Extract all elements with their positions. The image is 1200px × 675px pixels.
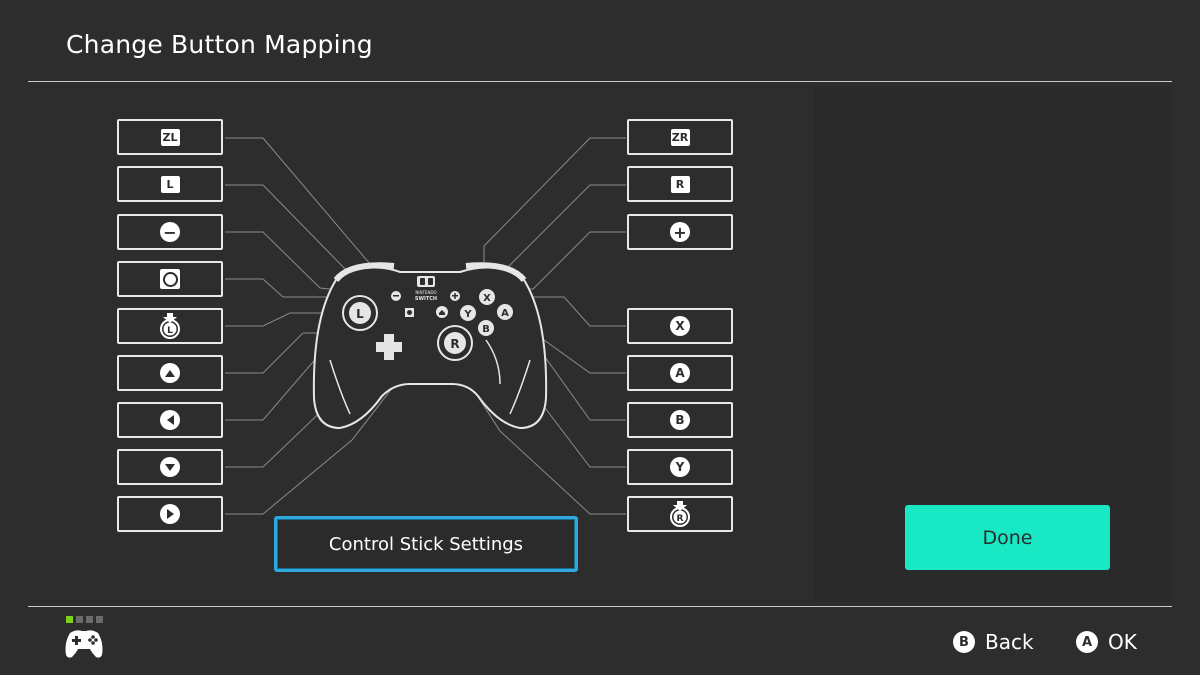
b-icon: B bbox=[670, 410, 690, 430]
map-button-y[interactable]: Y bbox=[627, 449, 733, 485]
svg-text:L: L bbox=[167, 326, 173, 336]
map-button-minus[interactable]: − bbox=[117, 214, 223, 250]
map-button-zl[interactable]: ZL bbox=[117, 119, 223, 155]
footer-divider bbox=[28, 606, 1172, 607]
rstick-label: R bbox=[450, 337, 459, 351]
map-button-right-stick[interactable]: R bbox=[627, 496, 733, 532]
a-icon: A bbox=[670, 363, 690, 383]
zl-icon: ZL bbox=[160, 128, 180, 146]
map-button-dpad-down[interactable] bbox=[117, 449, 223, 485]
left-stick-press-icon: L bbox=[160, 313, 180, 339]
dpad-up-icon bbox=[160, 363, 180, 383]
lstick-label: L bbox=[356, 307, 364, 321]
zr-icon: ZR bbox=[670, 128, 690, 146]
map-button-x[interactable]: X bbox=[627, 308, 733, 344]
map-button-plus[interactable]: + bbox=[627, 214, 733, 250]
plus-icon: + bbox=[670, 222, 690, 242]
back-hint[interactable]: B Back bbox=[953, 628, 1034, 656]
page-dot bbox=[86, 616, 93, 623]
pro-controller-illustration: L R NINTENDO SWITCH X Y A B bbox=[312, 262, 548, 430]
y-label: Y bbox=[463, 309, 472, 320]
b-button-icon: B bbox=[953, 631, 975, 653]
r-icon: R bbox=[670, 175, 690, 193]
page-dots bbox=[66, 616, 106, 623]
map-button-dpad-up[interactable] bbox=[117, 355, 223, 391]
minus-icon: − bbox=[160, 222, 180, 242]
ok-label: OK bbox=[1108, 630, 1137, 654]
right-stick-press-icon: R bbox=[670, 501, 690, 527]
page-dot bbox=[76, 616, 83, 623]
dpad-left-icon bbox=[160, 410, 180, 430]
back-label: Back bbox=[985, 630, 1034, 654]
page-dot bbox=[96, 616, 103, 623]
map-button-dpad-left[interactable] bbox=[117, 402, 223, 438]
l-icon: L bbox=[160, 175, 180, 193]
map-button-l[interactable]: L bbox=[117, 166, 223, 202]
b-label: B bbox=[482, 324, 490, 335]
map-button-left-stick[interactable]: L bbox=[117, 308, 223, 344]
a-label: A bbox=[501, 308, 509, 319]
brand-line1: NINTENDO bbox=[415, 290, 436, 295]
map-button-a[interactable]: A bbox=[627, 355, 733, 391]
controller-page-indicator bbox=[62, 616, 106, 663]
y-icon: Y bbox=[670, 457, 690, 477]
map-button-b[interactable]: B bbox=[627, 402, 733, 438]
dpad-right-icon bbox=[160, 504, 180, 524]
pro-controller-icon bbox=[65, 630, 103, 658]
x-icon: X bbox=[670, 316, 690, 336]
done-button[interactable]: Done bbox=[905, 505, 1110, 570]
control-stick-settings-button[interactable]: Control Stick Settings bbox=[274, 516, 578, 572]
dpad-down-icon bbox=[160, 457, 180, 477]
capture-icon bbox=[160, 269, 180, 289]
x-label: X bbox=[483, 293, 491, 304]
map-button-dpad-right[interactable] bbox=[117, 496, 223, 532]
map-button-capture[interactable] bbox=[117, 261, 223, 297]
map-button-r[interactable]: R bbox=[627, 166, 733, 202]
a-button-icon: A bbox=[1076, 631, 1098, 653]
map-button-zr[interactable]: ZR bbox=[627, 119, 733, 155]
brand-line2: SWITCH bbox=[415, 296, 437, 302]
svg-text:R: R bbox=[677, 514, 684, 524]
page-dot-active bbox=[66, 616, 73, 623]
ok-hint[interactable]: A OK bbox=[1076, 628, 1137, 656]
